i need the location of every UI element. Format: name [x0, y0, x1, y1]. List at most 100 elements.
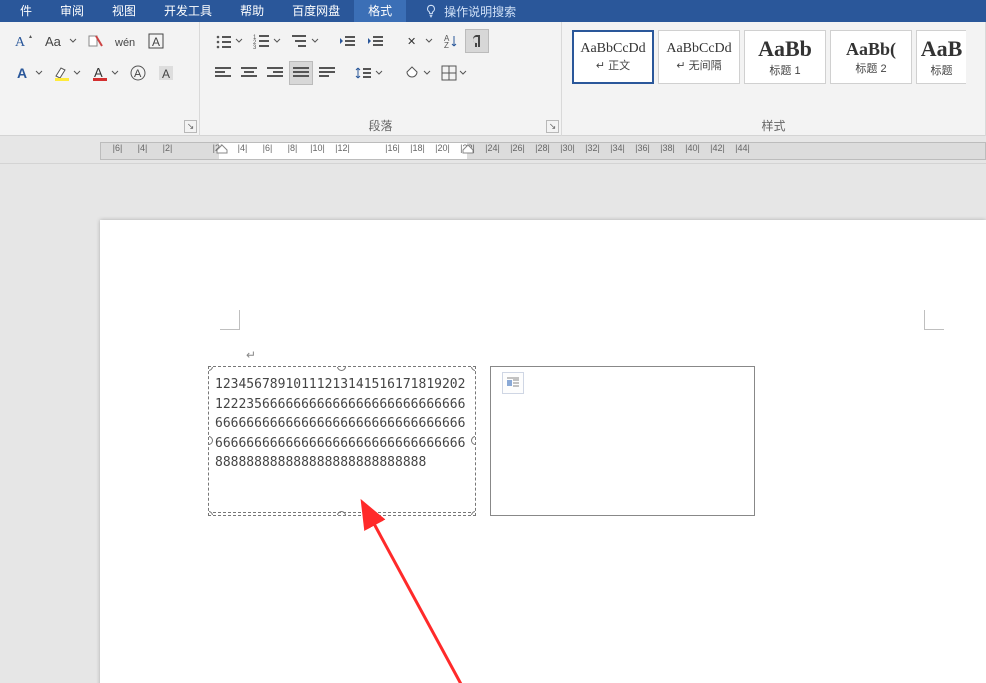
text-effects-button[interactable]: A [11, 61, 47, 85]
style-tile-2[interactable]: AaBb标题 1 [744, 30, 826, 84]
highlight-button[interactable] [49, 61, 85, 85]
right-indent-marker[interactable] [463, 145, 473, 159]
tab-review[interactable]: 审阅 [46, 0, 98, 22]
tab-devtools[interactable]: 开发工具 [150, 0, 226, 22]
group-font: A Aa wén A A [0, 22, 200, 136]
char-border-button[interactable]: A [143, 29, 169, 53]
textbox-1-text[interactable]: 1234567891011121314151617181920212223566… [215, 375, 469, 473]
indent-decrease-button[interactable] [335, 29, 361, 53]
font-color-button[interactable]: A [87, 61, 123, 85]
tell-me[interactable]: 操作说明搜索 [424, 3, 516, 20]
horizontal-ruler[interactable]: |6||4||2||2||4||6||8||10||12||16||18||20… [100, 142, 986, 160]
ruler-tick: |6| [105, 143, 130, 153]
phonetic-guide-button[interactable]: wén [111, 29, 141, 53]
svg-text:Aa: Aa [45, 34, 62, 49]
ruler-tick: |24| [480, 143, 505, 153]
handle-nw[interactable] [208, 366, 213, 371]
numbering-button[interactable]: 123 [249, 29, 285, 53]
tell-me-label: 操作说明搜索 [444, 3, 516, 20]
show-marks-button[interactable] [465, 29, 489, 53]
ribbon: A Aa wén A A [0, 22, 986, 136]
paragraph-dialog-launcher[interactable]: ↘ [546, 120, 559, 133]
svg-text:wén: wén [114, 37, 135, 49]
ruler-tick: |42| [705, 143, 730, 153]
ruler-tick: |4| [130, 143, 155, 153]
group-styles-label: 样式 [562, 117, 985, 134]
tab-format[interactable]: 格式 [354, 0, 406, 22]
svg-text:A: A [162, 67, 170, 81]
align-distribute-button[interactable] [315, 61, 339, 85]
svg-text:A: A [134, 68, 142, 80]
ruler-tick: |28| [530, 143, 555, 153]
font-grow-button[interactable]: A [11, 29, 39, 53]
style-name: ↵ 无间隔 [676, 57, 721, 73]
menubar: 件 审阅 视图 开发工具 帮助 百度网盘 格式 操作说明搜索 [0, 0, 986, 22]
char-shading-button[interactable]: A [153, 61, 179, 85]
layout-options-button[interactable] [502, 372, 524, 394]
first-line-indent-marker[interactable] [217, 145, 227, 159]
style-tile-1[interactable]: AaBbCcDd↵ 无间隔 [658, 30, 740, 84]
tab-baidu[interactable]: 百度网盘 [278, 0, 354, 22]
margin-corner-top-right [924, 310, 944, 330]
font-dialog-launcher[interactable]: ↘ [184, 120, 197, 133]
ruler-tick: |32| [580, 143, 605, 153]
ruler-tick [355, 143, 380, 153]
align-justify-button[interactable] [289, 61, 313, 85]
style-preview: AaBb( [846, 39, 896, 60]
style-preview: AaBbCcDd [666, 41, 731, 57]
bullets-button[interactable] [211, 29, 247, 53]
ruler-tick: |16| [380, 143, 405, 153]
handle-w[interactable] [208, 436, 213, 445]
borders-button[interactable] [437, 61, 471, 85]
enclose-char-button[interactable]: A [125, 61, 151, 85]
ruler-tick: |30| [555, 143, 580, 153]
page[interactable]: ↵ 12345678910111213141516171819202122235… [100, 220, 986, 683]
ruler-tick [180, 143, 205, 153]
multilevel-list-button[interactable] [287, 29, 323, 53]
ruler-tick: |38| [655, 143, 680, 153]
annotation-arrow [360, 502, 560, 683]
change-case-button[interactable]: Aa [41, 29, 81, 53]
line-spacing-button[interactable] [351, 61, 387, 85]
document-canvas[interactable]: ↵ 12345678910111213141516171819202122235… [0, 164, 986, 683]
style-tile-4[interactable]: AaB标题 [916, 30, 966, 84]
clear-format-button[interactable] [83, 29, 109, 53]
group-styles: AaBbCcDd↵ 正文AaBbCcDd↵ 无间隔AaBb标题 1AaBb(标题… [562, 22, 986, 136]
paragraph-mark: ↵ [246, 348, 256, 362]
align-left-button[interactable] [211, 61, 235, 85]
svg-text:Z: Z [444, 41, 449, 50]
tab-help[interactable]: 帮助 [226, 0, 278, 22]
svg-text:A: A [15, 35, 26, 50]
asian-layout-button[interactable]: ✕ [401, 29, 437, 53]
svg-text:A: A [152, 35, 160, 49]
lightbulb-icon [424, 4, 438, 18]
align-center-button[interactable] [237, 61, 261, 85]
sort-button[interactable]: AZ [439, 29, 463, 53]
textbox-2[interactable] [490, 366, 755, 516]
tab-view[interactable]: 视图 [98, 0, 150, 22]
tab-fragment[interactable]: 件 [6, 0, 46, 22]
style-name: 标题 2 [855, 60, 886, 76]
svg-text:A: A [94, 65, 103, 80]
style-preview: AaBbCcDd [580, 41, 645, 57]
handle-ne[interactable] [471, 366, 476, 371]
indent-increase-button[interactable] [363, 29, 389, 53]
ruler-tick: |6| [255, 143, 280, 153]
handle-se[interactable] [471, 511, 476, 516]
align-right-button[interactable] [263, 61, 287, 85]
svg-text:✕: ✕ [407, 36, 416, 48]
style-name: ↵ 正文 [596, 57, 630, 73]
svg-text:A: A [17, 65, 27, 81]
handle-e[interactable] [471, 436, 476, 445]
style-tile-0[interactable]: AaBbCcDd↵ 正文 [572, 30, 654, 84]
textbox-1[interactable]: 1234567891011121314151617181920212223566… [208, 366, 476, 516]
group-paragraph-label: 段落 [200, 117, 561, 134]
style-preview: AaBb [758, 36, 812, 62]
style-name: 标题 1 [769, 62, 800, 78]
ruler-tick: |44| [730, 143, 755, 153]
ruler-area: |6||4||2||2||4||6||8||10||12||16||18||20… [0, 136, 986, 164]
ruler-tick: |10| [305, 143, 330, 153]
style-tile-3[interactable]: AaBb(标题 2 [830, 30, 912, 84]
handle-n[interactable] [337, 366, 346, 371]
shading-button[interactable] [399, 61, 435, 85]
